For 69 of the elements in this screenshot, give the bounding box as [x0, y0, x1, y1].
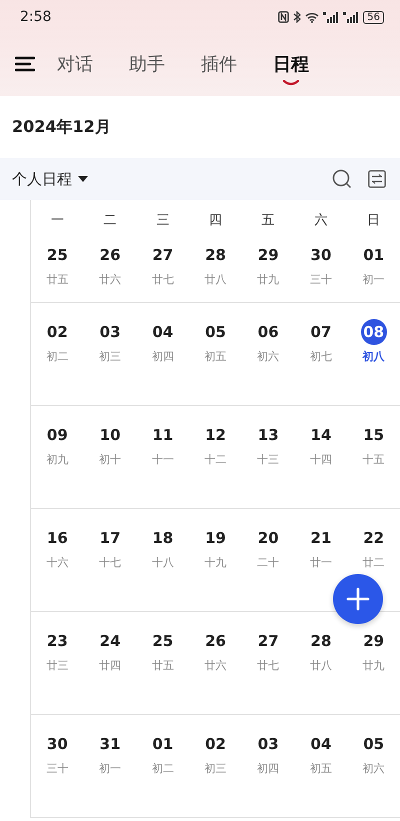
add-button[interactable] — [333, 574, 383, 624]
tab[interactable]: 日程 — [273, 48, 309, 90]
tab-indicator-icon — [282, 80, 300, 86]
calendar-day[interactable]: 28 廿八 — [189, 240, 242, 289]
calendar-day[interactable]: 29 廿九 — [242, 240, 295, 289]
calendar-day[interactable]: 17 十七 — [84, 523, 136, 572]
calendar-day[interactable]: 25 廿五 — [136, 626, 190, 675]
plus-icon — [346, 587, 370, 611]
caret-icon — [78, 176, 88, 182]
calendar-day[interactable]: 30 三十 — [31, 729, 84, 778]
nfc-icon — [278, 11, 290, 23]
calendar-day[interactable]: 06 初六 — [242, 317, 295, 366]
calendar-day[interactable]: 20 二十 — [242, 523, 295, 572]
calendar-day[interactable]: 26 廿六 — [189, 626, 242, 675]
calendar-day[interactable]: 01 初一 — [347, 240, 400, 289]
tab[interactable]: 助手 — [129, 48, 165, 90]
signal-icon — [323, 12, 340, 22]
calendar-day[interactable]: 30 三十 — [294, 240, 348, 289]
weekday-label: 一 — [50, 212, 65, 229]
calendar-day[interactable]: 21 廿一 — [294, 523, 348, 572]
calendar-day[interactable]: 11 十一 — [136, 420, 190, 469]
calendar-day[interactable]: 02 初三 — [189, 729, 242, 778]
weekday-label: 二 — [102, 212, 118, 229]
calendar-day[interactable]: 05 初六 — [347, 729, 400, 778]
search-icon[interactable] — [332, 169, 352, 189]
calendar-day[interactable]: 24 廿四 — [84, 626, 136, 675]
calendar-day[interactable]: 10 初十 — [84, 420, 136, 469]
filter-icon[interactable] — [368, 170, 386, 188]
calendar-day[interactable]: 27 廿七 — [136, 240, 190, 289]
calendar-dropdown[interactable]: 个人日程 — [12, 170, 88, 188]
month-title: 2024年12月 — [12, 116, 111, 138]
tab[interactable]: 插件 — [201, 48, 237, 90]
weekday-label: 三 — [155, 212, 170, 229]
weekday-label: 日 — [366, 212, 382, 229]
menu-icon[interactable] — [15, 56, 35, 72]
calendar-day[interactable]: 15 十五 — [347, 420, 400, 469]
wifi-icon — [305, 12, 320, 22]
weekday-label: 四 — [208, 212, 224, 229]
calendar-day[interactable]: 28 廿八 — [294, 626, 348, 675]
weekday-label: 六 — [313, 212, 328, 229]
calendar-day[interactable]: 26 廿六 — [84, 240, 136, 289]
signal-icon — [343, 12, 360, 22]
bluetooth-icon — [293, 11, 302, 23]
calendar-day[interactable]: 16 十六 — [31, 523, 84, 572]
calendar-day[interactable]: 08 初八 — [347, 317, 400, 366]
calendar-day[interactable]: 04 初四 — [136, 317, 190, 366]
calendar-day[interactable]: 04 初五 — [294, 729, 348, 778]
calendar-day[interactable]: 09 初九 — [31, 420, 84, 469]
calendar-day[interactable]: 29 廿九 — [347, 626, 400, 675]
calendar-day[interactable]: 18 十八 — [136, 523, 190, 572]
calendar-day[interactable]: 13 十三 — [242, 420, 295, 469]
calendar-day[interactable]: 23 廿三 — [31, 626, 84, 675]
calendar-day[interactable]: 22 廿二 — [347, 523, 400, 572]
calendar-day[interactable]: 07 初七 — [294, 317, 348, 366]
calendar-day[interactable]: 03 初三 — [84, 317, 136, 366]
battery-level: 56 — [363, 10, 384, 24]
calendar-day[interactable]: 02 初二 — [31, 317, 84, 366]
calendar-day[interactable]: 31 初一 — [84, 729, 136, 778]
calendar-day[interactable]: 27 廿七 — [242, 626, 295, 675]
calendar-day[interactable]: 19 十九 — [189, 523, 242, 572]
weekday-label: 五 — [260, 212, 276, 229]
calendar-day[interactable]: 14 十四 — [294, 420, 348, 469]
status-time: 2:58 — [20, 9, 52, 25]
calendar-day[interactable]: 12 十二 — [189, 420, 242, 469]
calendar-day[interactable]: 05 初五 — [189, 317, 242, 366]
calendar-day[interactable]: 25 廿五 — [31, 240, 84, 289]
calendar-day[interactable]: 01 初二 — [136, 729, 190, 778]
tab[interactable]: 对话 — [57, 48, 93, 90]
calendar-day[interactable]: 03 初四 — [242, 729, 295, 778]
